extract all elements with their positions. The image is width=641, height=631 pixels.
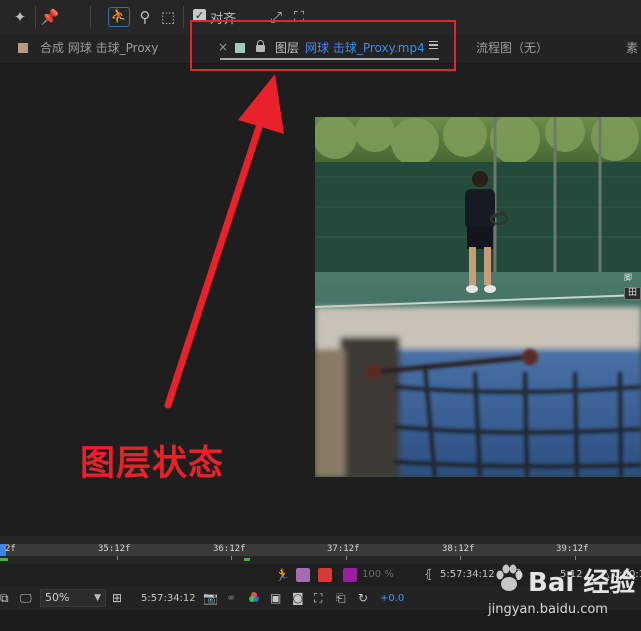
transparency-grid-icon[interactable]: ▣ [270,591,281,605]
ruler-track[interactable] [0,544,641,556]
mask-icon[interactable]: ◙ [292,591,304,605]
zoom-value: 50% [45,591,70,604]
render-alert-icon[interactable] [318,568,332,582]
chevron-down-icon: ▼ [94,593,101,603]
annotation-caption: 图层状态 [80,444,225,484]
label-color-swatch[interactable] [343,568,357,582]
exposure-value[interactable]: +0.0 [380,593,404,604]
region-of-interest-icon[interactable]: ⊞ [112,591,122,605]
work-area-start[interactable] [0,558,8,561]
paw-icon [496,564,523,591]
flow-view-icon[interactable]: ⎗ [336,591,346,605]
tick-label: 36:12f [213,544,246,554]
work-area-end[interactable] [244,558,250,561]
tick-label: 38:12f [442,544,475,554]
crop-icon[interactable]: ⛶ [314,591,322,605]
render-figure-icon[interactable] [296,568,310,582]
monitor-icon[interactable]: 🖵 [20,591,32,605]
puppet-figure-icon[interactable]: 🏃 [275,568,290,582]
reset-exposure-icon[interactable]: ↻ [358,591,368,605]
tick-mark [346,556,347,560]
tick-mark [460,556,461,560]
in-point-time[interactable]: 5:57:34:12 [440,569,495,580]
always-preview-icon[interactable]: ⧉ [0,591,9,605]
zoom-select[interactable]: 50% ▼ [40,589,106,607]
opacity-percent: 100 % [362,569,394,580]
tick-label: 2f [5,544,16,554]
baidu-watermark: Bai 经验 jingyan.baidu.com [488,560,638,628]
tick-mark [117,556,118,560]
camera-icon[interactable]: 📷 [203,591,218,605]
watermark-url: jingyan.baidu.com [488,602,608,617]
tick-label: 35:12f [98,544,131,554]
tick-label: 39:12f [556,544,589,554]
color-channels-icon[interactable] [248,591,260,606]
watermark-logo: Bai 经验 [528,568,636,598]
tick-label: 37:12f [327,544,360,554]
show-snapshot-icon[interactable]: ⚭ [226,591,236,605]
tick-mark [231,556,232,560]
in-point-bracket-icon[interactable]: ⦃ [424,567,433,581]
current-time-display[interactable]: 5:57:34:12 [141,593,196,604]
